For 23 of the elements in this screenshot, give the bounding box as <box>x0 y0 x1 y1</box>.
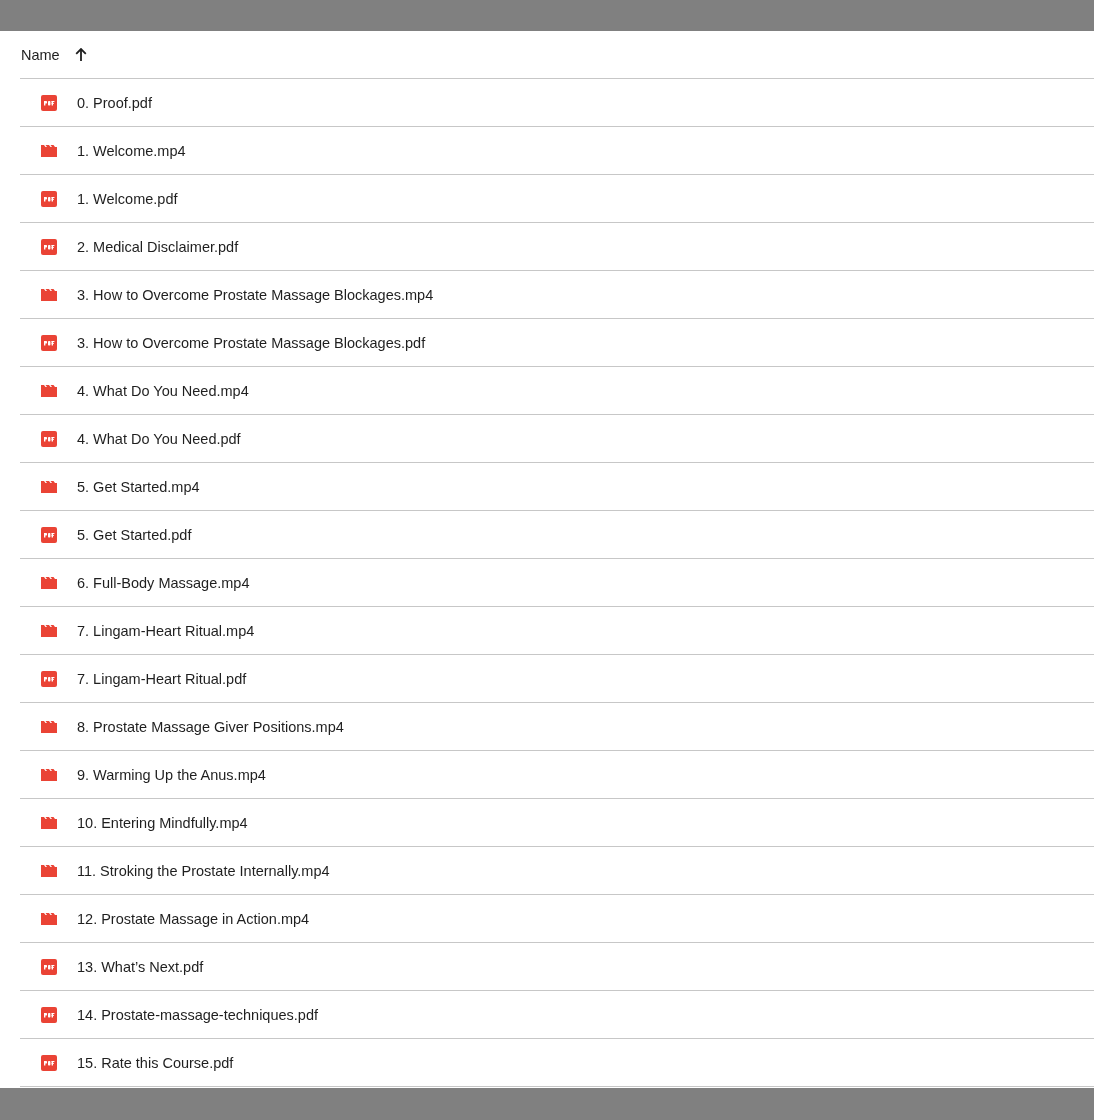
file-name[interactable]: 8. Prostate Massage Giver Positions.mp4 <box>77 718 344 735</box>
file-name[interactable]: 14. Prostate-massage-techniques.pdf <box>77 1006 318 1023</box>
file-name[interactable]: 7. Lingam-Heart Ritual.mp4 <box>77 622 255 639</box>
file-name[interactable]: 5. Get Started.pdf <box>77 526 192 543</box>
file-name[interactable]: 5. Get Started.mp4 <box>77 478 200 495</box>
file-name[interactable]: 1. Welcome.pdf <box>77 190 178 207</box>
file-name[interactable]: 7. Lingam-Heart Ritual.pdf <box>77 670 247 687</box>
file-name[interactable]: 9. Warming Up the Anus.mp4 <box>77 766 266 783</box>
file-name[interactable]: 0. Proof.pdf <box>77 94 152 111</box>
arrow-up-icon[interactable] <box>74 47 87 62</box>
file-name[interactable]: 11. Stroking the Prostate Internally.mp4 <box>77 862 330 879</box>
name-column-header[interactable]: Name <box>21 46 60 63</box>
file-name[interactable]: 1. Welcome.mp4 <box>77 142 186 159</box>
file-name[interactable]: 4. What Do You Need.pdf <box>77 430 241 447</box>
file-name[interactable]: 2. Medical Disclaimer.pdf <box>77 238 239 255</box>
file-name[interactable]: 4. What Do You Need.mp4 <box>77 382 249 399</box>
file-name[interactable]: 3. How to Overcome Prostate Massage Blockages.mp4 <box>77 286 434 303</box>
file-name[interactable]: 12. Prostate Massage in Action.mp4 <box>77 910 310 927</box>
file-name[interactable]: 13. What’s Next.pdf <box>77 958 204 975</box>
file-name[interactable]: 10. Entering Mindfully.mp4 <box>77 814 248 831</box>
file-name[interactable]: 6. Full-Body Massage.mp4 <box>77 574 250 591</box>
file-name[interactable]: 3. How to Overcome Prostate Massage Blockages.pdf <box>77 334 426 351</box>
file-name[interactable]: 15. Rate this Course.pdf <box>77 1054 234 1071</box>
